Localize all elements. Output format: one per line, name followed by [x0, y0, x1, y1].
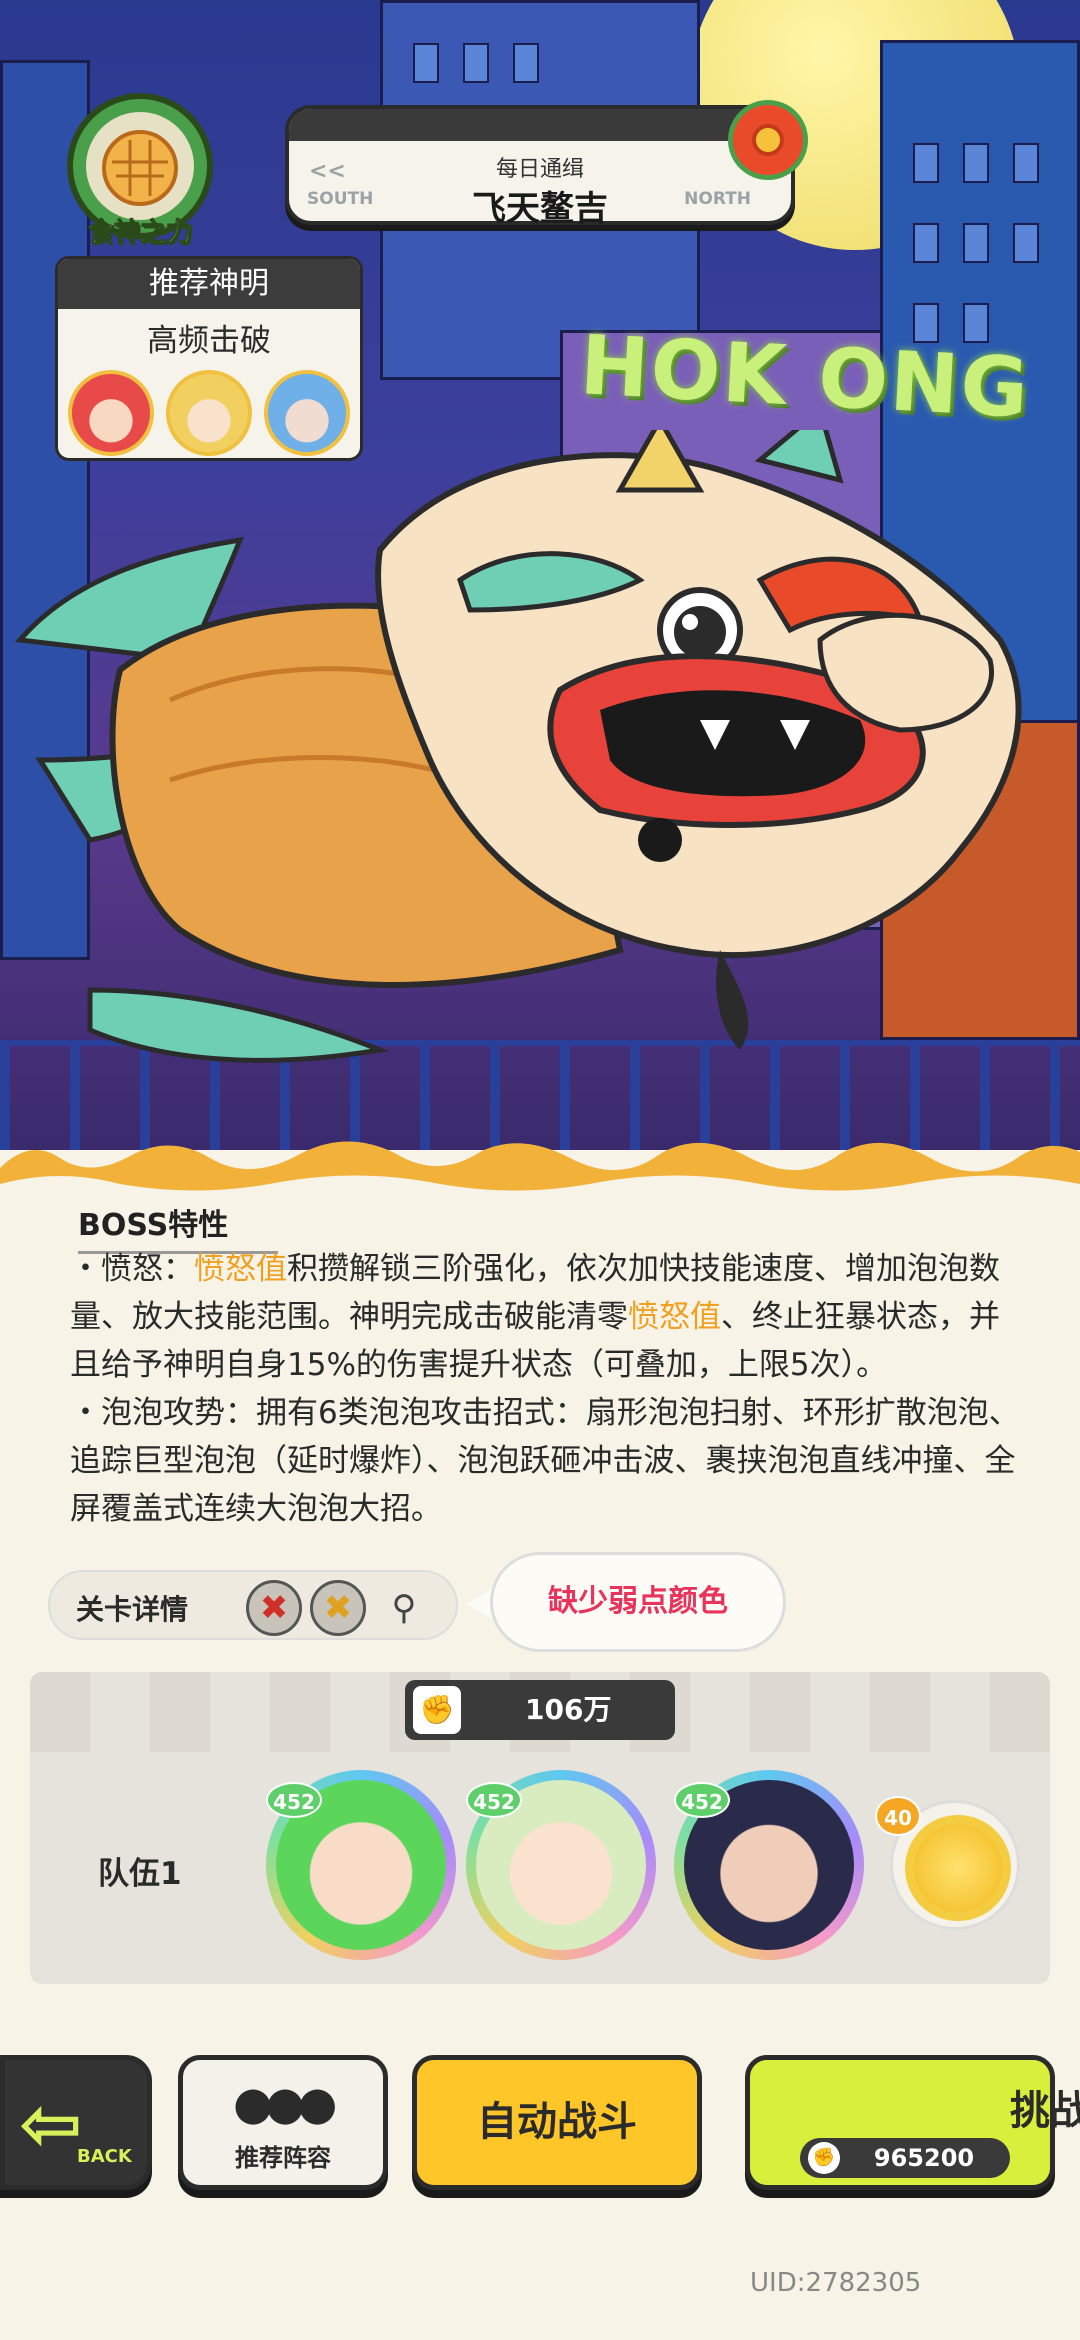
back-label: BACK [77, 2146, 132, 2167]
direction-south: SOUTH [307, 189, 374, 209]
boss-traits-description: ・愤怒：愤怒值积攒解锁三阶强化，依次加快技能速度、增加泡泡数量、放大技能范围。神… [70, 1245, 1030, 1533]
team-label: 队伍1 [98, 1856, 182, 1892]
boss-fish-dragon[interactable] [0, 430, 1080, 1090]
direction-north: NORTH [684, 189, 751, 209]
missing-weakness-tooltip: 缺少弱点颜色 [490, 1552, 786, 1652]
challenge-power: ✊ 965200 [800, 2138, 1010, 2178]
challenge-label: 挑战 [1010, 2088, 1080, 2134]
boss-traits-title: BOSS特性 [78, 1200, 279, 1254]
weakness-gold-icon: ✖ [310, 1580, 366, 1636]
team-power: ✊ 106万 [405, 1680, 675, 1740]
blue-hair-god-avatar[interactable] [264, 370, 350, 456]
weakness-red-icon: ✖ [246, 1580, 302, 1636]
level-details-button[interactable]: 关卡详情 ✖ ✖ ⚲ [48, 1570, 458, 1640]
user-id: UID:2782305 [750, 2268, 922, 2298]
sun-pet-icon [913, 1823, 1003, 1913]
element-emblem-icon [728, 100, 808, 180]
recommended-gods-card[interactable]: 推荐神明 高频击破 [55, 256, 363, 461]
recommended-lineup-button[interactable]: ●●● 推荐阵容 [178, 2055, 388, 2190]
member-level-badge: 452 [674, 1782, 730, 1818]
recommended-heading: 推荐神明 [58, 259, 360, 309]
challenge-button[interactable]: 挑战 ✊ 965200 [745, 2055, 1080, 2190]
member-level-badge: 452 [466, 1782, 522, 1818]
blonde-god-avatar[interactable] [166, 370, 252, 456]
fist-icon: ✊ [808, 2142, 840, 2174]
people-icon: ●●● [233, 2076, 337, 2130]
red-hair-god-avatar[interactable] [68, 370, 154, 456]
rage-keyword: 愤怒值 [194, 1251, 287, 1287]
search-icon[interactable]: ⚲ [376, 1580, 432, 1636]
team-power-value: 106万 [525, 1693, 612, 1726]
member-level-badge: 452 [266, 1782, 322, 1818]
back-button[interactable]: ⇦ BACK [0, 2055, 152, 2190]
title-band [289, 109, 791, 141]
lineup-label: 推荐阵容 [235, 2144, 331, 2172]
auto-battle-button[interactable]: 自动战斗 [412, 2055, 702, 2190]
challenge-power-value: 965200 [873, 2144, 975, 2172]
back-arrow-icon: ⇦ [19, 2079, 83, 2168]
pet-level-badge: 40 [875, 1796, 921, 1836]
bubble-attack-trait: ・泡泡攻势：拥有6类泡泡攻击招式：扇形泡泡扫射、环形扩散泡泡、追踪巨型泡泡（延时… [70, 1395, 1020, 1527]
rage-trait: ・愤怒：愤怒值积攒解锁三阶强化，依次加快技能速度、增加泡泡数量、放大技能范围。神… [70, 1251, 1000, 1383]
force-label: 食神之力 [87, 218, 192, 249]
title-subtitle: 每日通缉 [495, 157, 584, 182]
rage-keyword: 愤怒值 [628, 1299, 721, 1335]
recommended-subtitle: 高频击破 [147, 323, 271, 359]
panel-drip-edge [0, 1141, 1080, 1198]
boss-title-card: << 每日通缉 飞天鳌吉 SOUTH NORTH [285, 105, 795, 229]
fist-icon: ✊ [413, 1686, 461, 1734]
level-details-label: 关卡详情 [76, 1593, 189, 1626]
